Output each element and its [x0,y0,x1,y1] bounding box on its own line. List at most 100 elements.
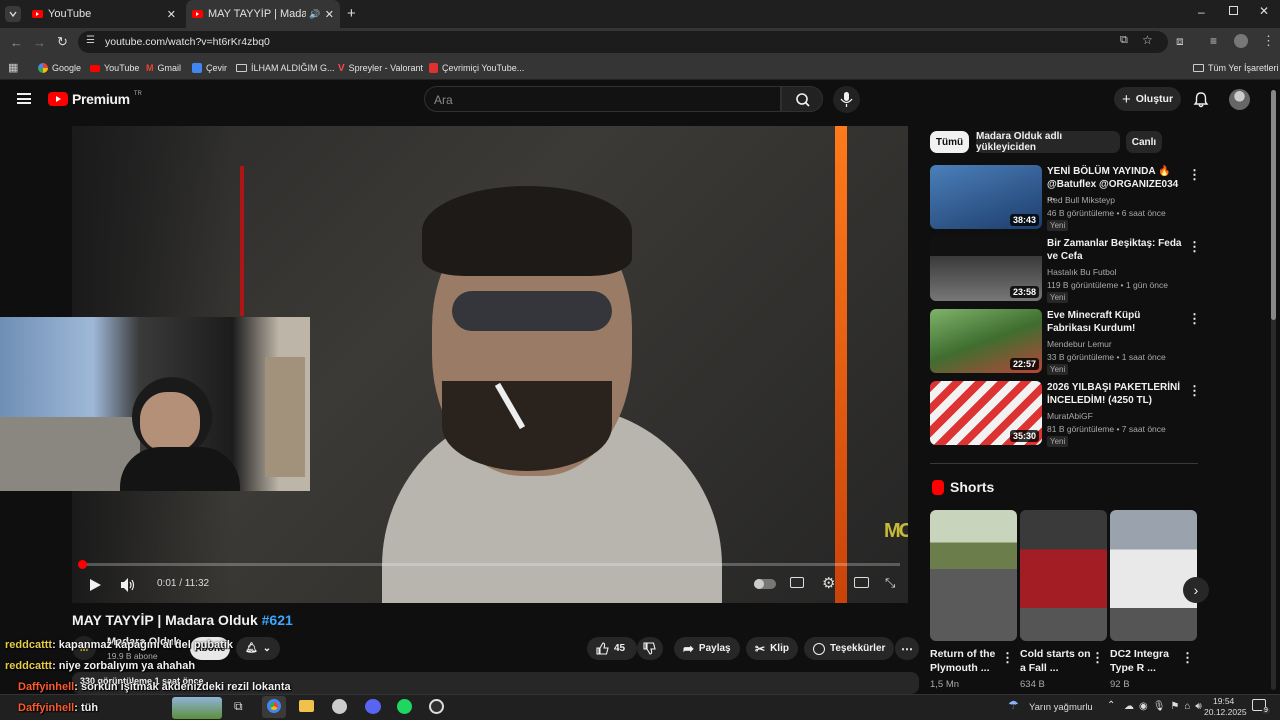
thanks-button[interactable]: Teşekkürler [804,637,895,660]
apps-grid-icon[interactable]: ▦ [8,61,18,74]
short-title[interactable]: Return of the Plymouth ... [930,647,1005,675]
volume-button[interactable] [120,577,136,593]
video-thumbnail[interactable]: 35:30 [930,381,1042,445]
file-explorer-icon[interactable] [299,700,314,712]
more-options-icon[interactable]: ⋮ [1188,167,1201,183]
progress-bar[interactable] [78,560,900,569]
recommended-video[interactable]: 22:57 Eve Minecraft Küpü Fabrikası Kurdu… [930,309,1201,375]
app-icon[interactable] [332,699,347,714]
forward-icon[interactable]: → [33,35,46,50]
recommended-video[interactable]: 38:43 YENİ BÖLÜM YAYINDA 🔥 @Batuflex @OR… [930,165,1201,231]
hashtag-link[interactable]: #621 [262,612,293,628]
voice-search-button[interactable] [833,86,860,113]
video-thumbnail[interactable]: 23:58 [930,237,1042,301]
tab-youtube[interactable]: YouTube ✕ [32,0,182,28]
share-button[interactable]: ➦ Paylaş [674,637,740,660]
weather-text[interactable]: Yarın yağmurlu [1029,702,1093,713]
dislike-button[interactable] [637,637,663,660]
back-icon[interactable]: ← [10,35,23,50]
restore-button[interactable] [1229,6,1238,15]
settings-gear-icon[interactable]: ⚙ [822,574,835,592]
close-icon[interactable]: ✕ [167,8,176,21]
recommended-video[interactable]: 23:58 Bir Zamanlar Beşiktaş: Feda ve Cef… [930,237,1201,303]
star-icon[interactable]: ☆ [1142,33,1153,47]
video-title[interactable]: Bir Zamanlar Beşiktaş: Feda ve Cefa [1047,237,1182,263]
subtitles-icon[interactable] [790,577,804,588]
more-options-icon[interactable]: ⋮ [1091,650,1104,666]
short-thumbnail[interactable] [930,510,1017,641]
clip-button[interactable]: ✂ Klip [746,637,798,660]
more-options-icon[interactable]: ⋮ [1188,311,1201,327]
tab-search-button[interactable] [5,6,21,22]
close-icon[interactable]: ✕ [325,8,334,21]
clock-time[interactable]: 19:54 [1213,696,1234,706]
filter-chip-live[interactable]: Canlı [1126,131,1162,153]
menu-kebab-icon[interactable]: ⋮ [1262,33,1275,49]
close-window-button[interactable]: ✕ [1259,4,1269,18]
bookmark-youtube[interactable]: YouTube [90,56,139,80]
filter-chip-uploader[interactable]: Madara Olduk adlı yükleyiciden [976,131,1120,153]
tray-icons[interactable]: ☁◉🎙︎⚑⌂🔊︎ [1124,701,1207,712]
bookmark-all[interactable]: Tüm Yer İşaretleri [1193,56,1279,80]
short-title[interactable]: DC2 Integra Type R ... [1110,647,1185,675]
chrome-taskbar-icon[interactable] [262,696,286,718]
autoplay-toggle[interactable] [754,579,776,589]
extensions-icon[interactable]: ⧈ [1176,34,1184,49]
hamburger-menu-icon[interactable] [17,93,31,104]
short-title[interactable]: Cold starts on a Fall ... [1020,647,1095,675]
recommended-video[interactable]: 35:30 2026 YILBAŞI PAKETLERİNİ İNCELEDİM… [930,381,1201,447]
speaker-icon[interactable]: 🔊 [309,9,320,20]
short-thumbnail[interactable] [1110,510,1197,641]
channel-name[interactable]: Red Bull Mikstеyp [1047,195,1115,205]
play-button[interactable] [88,578,102,592]
more-actions-button[interactable]: ⋯ [895,637,919,660]
tray-chevron-icon[interactable]: ⌃ [1107,700,1115,711]
spotify-icon[interactable] [397,699,412,714]
obs-icon[interactable] [429,699,444,714]
bookmark-folder-ilham[interactable]: İLHAM ALDIĞIM G... [236,56,335,80]
media-control-icon[interactable]: ≡ [1210,34,1217,48]
site-info-icon[interactable]: ☰ [86,35,95,46]
address-bar[interactable]: ☰ youtube.com/watch?v=ht6rKr4zbq0 ⧉ ☆ [78,31,1168,53]
bookmark-google[interactable]: Google [38,56,81,80]
task-view-icon[interactable]: ⧉ [234,699,243,714]
clock-date[interactable]: 20.12.2025 [1204,707,1247,717]
channel-name[interactable]: MuratAbiGF [1047,411,1093,421]
more-options-icon[interactable]: ⋮ [1188,239,1201,255]
notification-bell-button[interactable]: 🔔︎ ⌄ [236,637,281,660]
bookmark-gmail[interactable]: M Gmail [146,56,181,80]
reload-icon[interactable]: ↻ [57,34,68,50]
channel-name[interactable]: Hastalık Bu Futbol [1047,267,1116,277]
search-button[interactable] [781,86,823,112]
more-options-icon[interactable]: ⋮ [1181,650,1194,666]
progress-scrubber[interactable] [78,560,87,569]
minimize-button[interactable]: – [1198,5,1205,19]
video-thumbnail[interactable]: 22:57 [930,309,1042,373]
youtube-premium-logo[interactable]: Premium TR [48,91,142,107]
filter-chip-all[interactable]: Tümü [930,131,969,153]
install-app-icon[interactable]: ⧉ [1120,34,1128,47]
fullscreen-icon[interactable]: ⤡ [885,575,895,591]
video-title[interactable]: 2026 YILBAŞI PAKETLERİNİ İNCELEDİM! (425… [1047,381,1182,407]
search-input[interactable]: Ara [424,86,781,112]
bookmark-translate[interactable]: Çevir [192,56,227,80]
video-title[interactable]: Eve Minecraft Küpü Fabrikası Kurdum! [1047,309,1182,335]
short-thumbnail[interactable] [1020,510,1107,641]
page-scrollbar[interactable] [1271,90,1276,690]
theater-mode-icon[interactable] [854,577,869,588]
more-options-icon[interactable]: ⋮ [1001,650,1014,666]
more-options-icon[interactable]: ⋮ [1188,383,1201,399]
shorts-next-button[interactable]: › [1183,577,1209,603]
like-button[interactable]: 45 [587,637,637,660]
notifications-bell-icon[interactable] [1193,91,1209,108]
tab-video[interactable]: MAY TAYYİP | Madara Olduk 🔊 ✕ [186,0,340,28]
create-button[interactable]: + Oluştur [1114,87,1181,111]
bookmark-valorant[interactable]: V Spreyler - Valorant [338,56,423,80]
profile-avatar[interactable] [1234,34,1248,48]
video-thumbnail[interactable]: 38:43 [930,165,1042,229]
new-tab-button[interactable]: + [347,5,356,22]
discord-icon[interactable] [365,699,381,714]
bookmark-online-youtube[interactable]: Çevrimiçi YouTube... [429,56,524,80]
channel-name[interactable]: Mendebur Lemur [1047,339,1112,349]
account-avatar[interactable] [1229,89,1250,110]
